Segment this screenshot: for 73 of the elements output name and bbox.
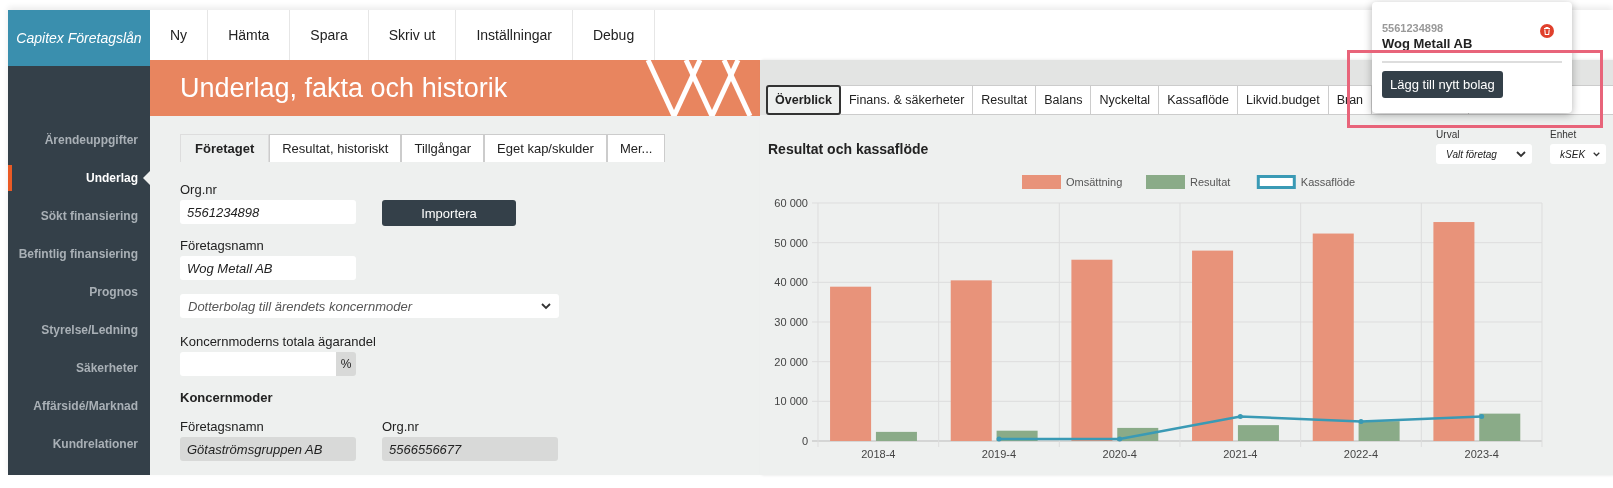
axis-tick-label: 30 000	[774, 316, 808, 328]
sidebar-item[interactable]: Affärsidé/Marknad	[8, 387, 150, 425]
field-label: Org.nr	[382, 419, 420, 434]
field-label: Koncernmoderns totala ägarandel	[180, 334, 377, 349]
chevron-down-icon	[1593, 150, 1601, 158]
axis-tick-label: 60 000	[774, 197, 808, 209]
tab[interactable]: Resultat	[973, 85, 1037, 115]
input-field[interactable]	[180, 352, 336, 376]
field-label: Företagsnamn	[180, 419, 265, 434]
org-number: 5561234898	[1382, 22, 1445, 34]
tab[interactable]: Överblick	[766, 85, 841, 115]
axis-tick-label: 50 000	[774, 236, 808, 249]
axis-tick-label: 20 000	[774, 355, 808, 368]
axis-tick-label: 2021-4	[1223, 448, 1258, 460]
unit-addon: %	[336, 352, 356, 376]
input-field[interactable]: Wog Metall AB	[180, 256, 356, 280]
add-company-button[interactable]: Lägg till nytt bolag	[1382, 71, 1503, 98]
input-field[interactable]: 5561234898	[180, 200, 356, 224]
chevron-down-icon	[1516, 150, 1527, 158]
sidebar-item[interactable]: Befintlig finansiering	[8, 235, 150, 273]
tab[interactable]: Mer...	[606, 134, 666, 162]
tab[interactable]: Eget kap/skulder	[484, 134, 607, 162]
tab[interactable]: Finans. & säkerheter	[841, 85, 974, 115]
legend-label: Omsättning	[1066, 176, 1123, 188]
field-label: Org.nr	[180, 182, 218, 197]
sidebar-item[interactable]: Kundrelationer	[8, 425, 150, 463]
axis-tick-label: 2018-4	[861, 448, 896, 460]
chart-title: Resultat och kassaflöde	[768, 141, 930, 157]
tab[interactable]: Tillgångar	[401, 134, 485, 162]
legend-swatch	[1022, 175, 1061, 189]
legend-label: Resultat	[1190, 176, 1231, 188]
axis-tick-label: 2020-4	[1102, 448, 1137, 460]
axis-tick-label: 2023-4	[1464, 448, 1499, 460]
axis-tick-label: 2022-4	[1343, 448, 1379, 460]
chart-bar	[1358, 421, 1400, 441]
axis-tick-label: 0	[801, 435, 808, 447]
axis-tick-label: 40 000	[774, 276, 808, 289]
tab[interactable]: Likvid.budget	[1238, 85, 1329, 115]
sidebar-item[interactable]: Säkerheter	[8, 349, 150, 387]
tab[interactable]: Nyckeltal	[1091, 85, 1160, 115]
chevron-down-icon	[541, 302, 551, 310]
tab[interactable]: Kassaflöde	[1159, 85, 1238, 115]
chart-bar	[996, 430, 1038, 441]
chart-bar	[875, 431, 917, 441]
section-heading: Koncernmoder	[180, 390, 274, 405]
select-field[interactable]: Valt företag	[1436, 144, 1533, 164]
axis-tick-label: 2019-4	[981, 448, 1017, 460]
import-button[interactable]: Importera	[382, 200, 516, 226]
select-field[interactable]: kSEK	[1550, 144, 1607, 164]
tab[interactable]: Företaget	[180, 134, 270, 162]
app-logo: Capitex Företagslån	[8, 10, 150, 66]
sidebar-item[interactable]: Styrelse/Ledning	[8, 311, 150, 349]
trash-icon[interactable]	[1540, 24, 1554, 38]
field-label: Urval	[1436, 129, 1461, 140]
field-label: Enhet	[1550, 129, 1578, 140]
page-title: Underlag, fakta och historik	[180, 72, 508, 104]
input-field[interactable]: 5566556677	[382, 437, 558, 461]
legend-label: Kassaflöde	[1300, 176, 1356, 188]
tab[interactable]: Resultat, historiskt	[269, 134, 402, 162]
sidebar-item[interactable]: Underlag	[8, 159, 150, 197]
select-field[interactable]: Dotterbolag till ärendets koncernmoder	[180, 294, 559, 318]
sidebar-item[interactable]: Sökt finansiering	[8, 197, 150, 235]
input-field[interactable]: Götaströmsgruppen AB	[180, 437, 356, 461]
sidebar-item[interactable]: Ärendeuppgifter	[8, 121, 150, 159]
tab[interactable]: Balans	[1036, 85, 1092, 115]
sidebar-item[interactable]: Prognos	[8, 273, 150, 311]
axis-tick-label: 10 000	[774, 395, 808, 408]
chart-bar	[1237, 425, 1279, 441]
field-label: Företagsnamn	[180, 238, 265, 253]
company-name: Wog Metall AB	[1382, 36, 1473, 51]
legend-swatch	[1146, 175, 1185, 189]
chart-bar	[1479, 413, 1521, 441]
legend-swatch	[1256, 175, 1296, 189]
